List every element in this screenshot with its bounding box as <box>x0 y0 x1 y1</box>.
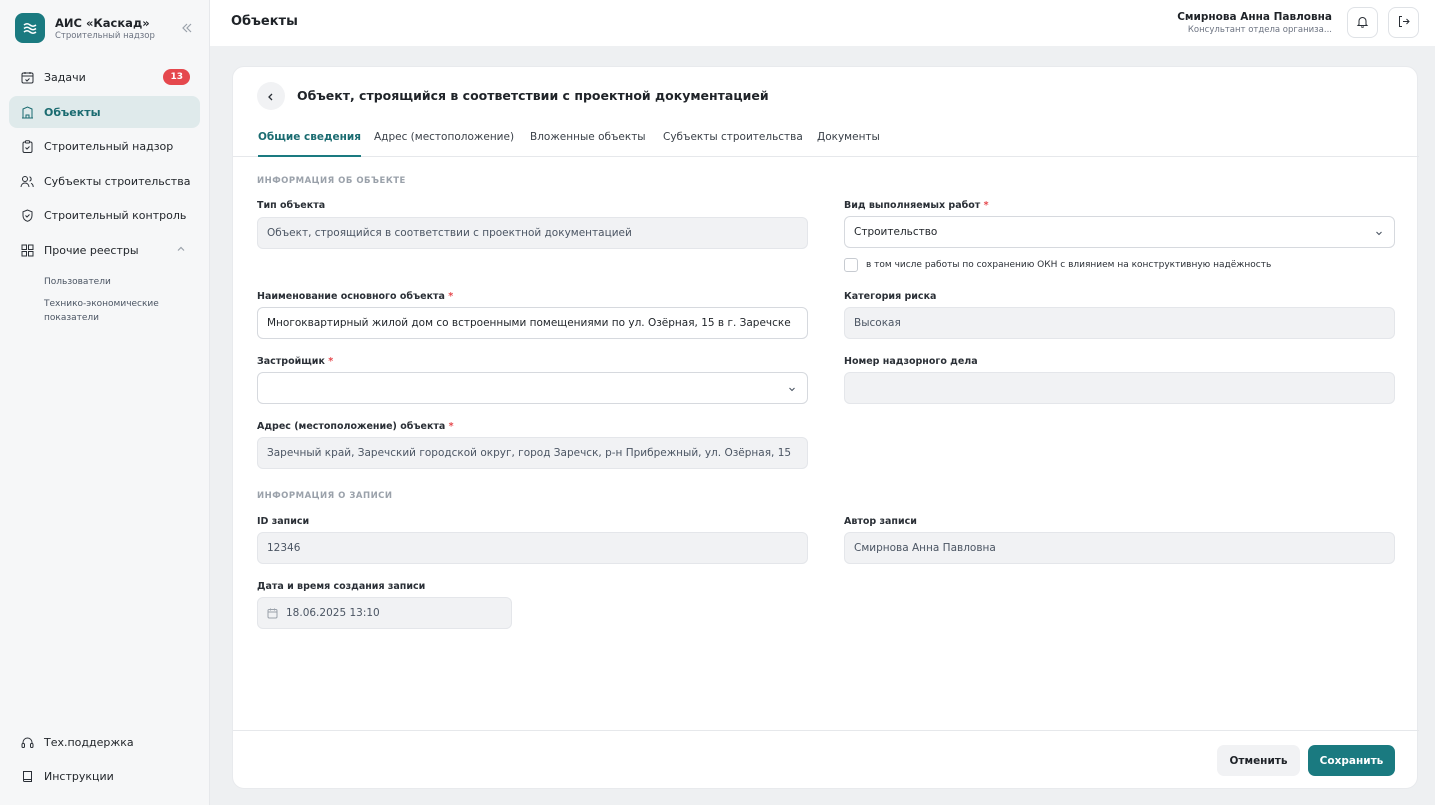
tasks-count-badge: 13 <box>163 69 190 85</box>
sidebar-item-construction-control[interactable]: Строительный контроль <box>9 199 200 231</box>
sidebar-item-label: Инструкции <box>44 769 114 783</box>
clipboard-check-icon <box>20 139 34 153</box>
work-type-value: Строительство <box>854 226 938 238</box>
tabs: Общие сведения Адрес (местоположение) Вл… <box>233 127 1419 157</box>
calendar-icon <box>267 608 278 619</box>
app-subtitle: Строительный надзор <box>55 31 155 41</box>
app-title: АИС «Каскад» <box>55 16 150 30</box>
tab-construction-subjects[interactable]: Субъекты строительства <box>663 131 803 157</box>
sidebar-item-support[interactable]: Тех.поддержка <box>9 726 200 758</box>
main-name-input[interactable]: Многоквартирный жилой дом со встроенными… <box>257 307 808 339</box>
save-button[interactable]: Сохранить <box>1308 745 1395 776</box>
object-card: Объект, строящийся в соответствии с прое… <box>232 66 1419 789</box>
chevron-up-icon <box>176 244 188 256</box>
sidebar-item-construction-subjects[interactable]: Субъекты строительства <box>9 165 200 197</box>
risk-category-field: Высокая <box>844 307 1395 339</box>
section-record-info: ИНФОРМАЦИЯ О ЗАПИСИ <box>257 491 393 501</box>
building-icon <box>20 105 34 119</box>
sidebar-subitem-tech-economic[interactable]: Технико-экономические показатели <box>44 297 174 325</box>
section-object-info: ИНФОРМАЦИЯ ОБ ОБЪЕКТЕ <box>257 176 406 186</box>
object-type-label: Тип объекта <box>257 200 326 211</box>
sidebar-item-other-registries[interactable]: Прочие реестры <box>9 234 200 266</box>
address-label: Адрес (местоположение) объекта * <box>257 421 454 432</box>
tab-nested-objects[interactable]: Вложенные объекты <box>530 131 646 157</box>
case-number-label: Номер надзорного дела <box>844 356 978 367</box>
sidebar-item-tasks[interactable]: Задачи 13 <box>9 61 200 93</box>
sidebar-item-label: Прочие реестры <box>44 243 139 257</box>
developer-label: Застройщик * <box>257 356 334 367</box>
tab-address[interactable]: Адрес (местоположение) <box>374 131 514 157</box>
sidebar-item-label: Объекты <box>44 105 101 119</box>
sidebar-item-label: Задачи <box>44 70 86 84</box>
work-type-select[interactable]: Строительство <box>844 216 1395 248</box>
developer-select[interactable] <box>257 372 808 404</box>
tab-documents[interactable]: Документы <box>817 131 880 157</box>
okn-checkbox-label: в том числе работы по сохранению ОКН с в… <box>866 260 1272 270</box>
created-field: 18.06.2025 13:10 <box>257 597 512 629</box>
record-id-label: ID записи <box>257 516 310 527</box>
brand: АИС «Каскад» Строительный надзор <box>15 13 200 45</box>
users-icon <box>20 174 34 188</box>
book-icon <box>20 769 34 783</box>
risk-category-label: Категория риска <box>844 291 937 302</box>
collapse-sidebar-icon[interactable] <box>180 21 194 35</box>
top-bar: Объекты Смирнова Анна Павловна Консульта… <box>210 0 1435 46</box>
sidebar-item-construction-supervision[interactable]: Строительный надзор <box>9 130 200 162</box>
shield-check-icon <box>20 208 34 222</box>
grid-icon <box>20 243 34 257</box>
sidebar-item-instructions[interactable]: Инструкции <box>9 760 200 792</box>
tab-general[interactable]: Общие сведения <box>258 131 361 157</box>
sidebar-subitem-users[interactable]: Пользователи <box>44 275 194 289</box>
calendar-check-icon <box>20 70 34 84</box>
sidebar-item-objects[interactable]: Объекты <box>9 96 200 128</box>
sidebar-item-label: Строительный контроль <box>44 208 187 222</box>
logout-button[interactable] <box>1388 7 1419 38</box>
author-label: Автор записи <box>844 516 917 527</box>
okn-checkbox[interactable] <box>844 258 858 272</box>
card-title: Объект, строящийся в соответствии с прое… <box>297 88 769 103</box>
created-label: Дата и время создания записи <box>257 581 426 592</box>
main-name-label: Наименование основного объекта * <box>257 291 454 302</box>
chevron-down-icon <box>787 384 797 394</box>
sidebar-item-label: Строительный надзор <box>44 139 174 153</box>
chevron-down-icon <box>1374 228 1384 238</box>
footer-divider <box>233 730 1419 731</box>
sidebar-item-label: Тех.поддержка <box>44 735 134 749</box>
created-value: 18.06.2025 13:10 <box>286 607 380 619</box>
user-name: Смирнова Анна Павловна <box>1177 11 1332 23</box>
sidebar: АИС «Каскад» Строительный надзор Задачи … <box>0 0 210 805</box>
cancel-button[interactable]: Отменить <box>1217 745 1300 776</box>
case-number-field <box>844 372 1395 404</box>
record-id-field: 12346 <box>257 532 808 564</box>
work-type-label: Вид выполняемых работ * <box>844 200 989 211</box>
user-role: Консультант отдела организа... <box>1187 25 1332 35</box>
logo-icon <box>15 13 45 43</box>
headset-icon <box>20 735 34 749</box>
page-title: Объекты <box>231 14 298 29</box>
bell-icon <box>1356 13 1369 32</box>
author-field: Смирнова Анна Павловна <box>844 532 1395 564</box>
notifications-button[interactable] <box>1347 7 1378 38</box>
object-type-field: Объект, строящийся в соответствии с прое… <box>257 217 808 249</box>
back-button[interactable] <box>257 82 285 110</box>
logout-icon <box>1397 13 1410 32</box>
chevron-left-icon <box>266 87 276 106</box>
address-field: Заречный край, Заречский городской округ… <box>257 437 808 469</box>
sidebar-item-label: Субъекты строительства <box>44 174 191 188</box>
